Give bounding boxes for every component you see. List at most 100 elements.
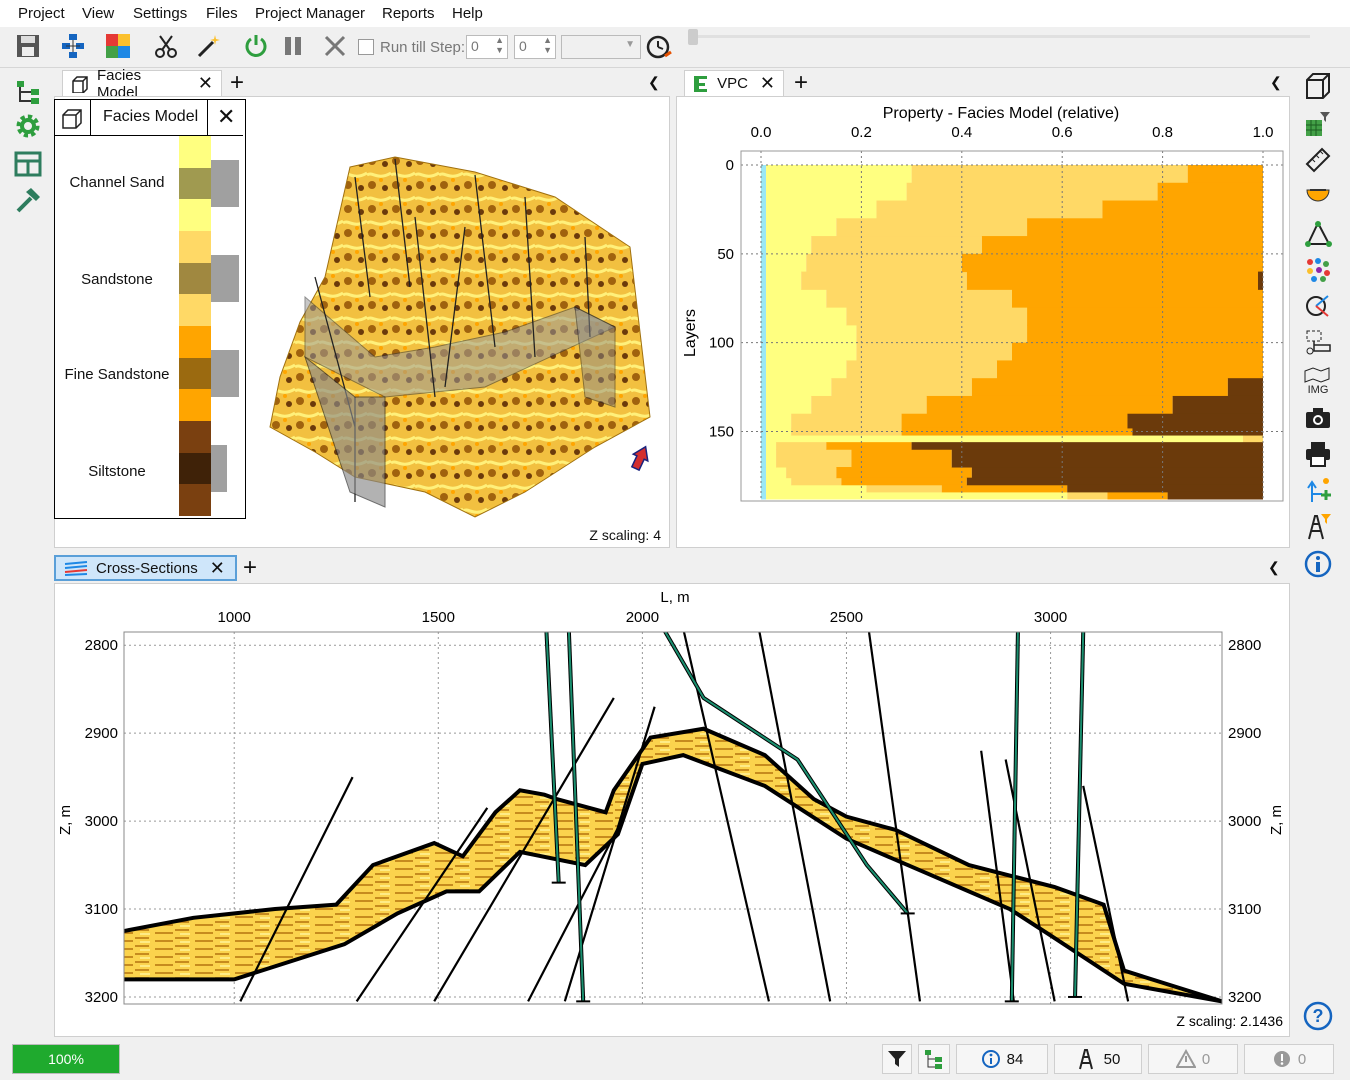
magic-wand-icon[interactable]: [194, 31, 224, 61]
3d-box-icon[interactable]: [1302, 70, 1334, 102]
legend-swatch: [179, 231, 211, 263]
chevron-down-icon[interactable]: ❮: [648, 74, 660, 91]
gear-icon[interactable]: [12, 110, 44, 142]
info-count-button[interactable]: 84: [956, 1044, 1048, 1074]
vpc-chart[interactable]: Property - Facies Model (relative) Layer…: [677, 97, 1289, 547]
puzzle-icon[interactable]: [103, 31, 133, 61]
wells-count-button[interactable]: 50: [1054, 1044, 1142, 1074]
vpc-band-segment: [766, 218, 837, 237]
add-tab-icon[interactable]: +: [243, 556, 257, 580]
close-icon[interactable]: ✕: [760, 73, 775, 94]
step-slider-handle[interactable]: [688, 29, 698, 45]
vpc-band-segment: [766, 200, 877, 219]
filter-button[interactable]: [882, 1044, 912, 1074]
step-spinbox-1[interactable]: 0 ▲ ▼: [466, 35, 508, 59]
well-filter-icon[interactable]: [1302, 510, 1334, 542]
cs-plot-area: [124, 632, 1222, 1004]
vpc-band-segment: [766, 360, 847, 379]
cancel-icon[interactable]: [320, 31, 350, 61]
cross-section-chart[interactable]: L, m Z, m Z, m 1000 1500 2000 2500 3000 2800 2…: [55, 584, 1289, 1036]
step-slider-track[interactable]: [690, 35, 1310, 38]
vpc-band-segment: [766, 413, 792, 429]
ruler-icon[interactable]: [1302, 144, 1334, 176]
help-icon[interactable]: ?: [1302, 1000, 1334, 1032]
crop-select-icon[interactable]: [1302, 326, 1334, 358]
vpc-band-segment: [766, 491, 1068, 500]
cs-axis-ylabel-right: Z, m: [1268, 805, 1285, 835]
warning-count-button[interactable]: 0: [1148, 1044, 1238, 1074]
vpc-band-segment: [761, 435, 767, 443]
vpc-band-segment: [761, 378, 767, 397]
legend-swatch: [179, 452, 211, 485]
tab-cross-sections-label: Cross-Sections: [96, 559, 198, 577]
vpc-x-tick-label: 0.6: [1052, 124, 1073, 141]
add-tab-icon[interactable]: +: [230, 71, 244, 95]
cs-axis-xlabel: L, m: [660, 589, 689, 606]
scatter-dots-icon[interactable]: [1302, 254, 1334, 286]
legend-header: Facies Model ✕: [55, 100, 243, 136]
scissors-icon[interactable]: [151, 31, 181, 61]
hammer-icon[interactable]: [12, 184, 44, 216]
legend-close-icon[interactable]: ✕: [217, 104, 235, 130]
vpc-band-segment: [1167, 491, 1263, 500]
menu-project-manager[interactable]: Project Manager: [255, 5, 365, 22]
bowl-icon[interactable]: [1302, 180, 1334, 212]
vpc-band-segment: [761, 200, 767, 219]
cs-y-tick-label-left: 3200: [85, 989, 118, 1006]
menu-help[interactable]: Help: [452, 5, 483, 22]
image-export-icon[interactable]: IMG: [1302, 364, 1334, 396]
menu-settings[interactable]: Settings: [133, 5, 187, 22]
vpc-band-segment: [831, 378, 972, 397]
north-arrow-icon: [630, 445, 649, 472]
vpc-band-segment: [1127, 413, 1263, 429]
menu-files[interactable]: Files: [206, 5, 238, 22]
timer-icon[interactable]: [644, 31, 674, 61]
info-icon[interactable]: [1302, 548, 1334, 580]
layout-icon[interactable]: [12, 148, 44, 180]
vpc-x-tick-label: 0.0: [751, 124, 772, 141]
vpc-band-segment: [966, 271, 1258, 290]
vpc-band-segment: [761, 360, 767, 379]
menu-view[interactable]: View: [82, 5, 114, 22]
chevron-down-icon[interactable]: ❮: [1268, 559, 1280, 576]
vpc-x-tick-label: 0.4: [951, 124, 972, 141]
tab-cross-sections[interactable]: Cross-Sections ✕: [54, 555, 237, 581]
vpc-band-segment: [1107, 491, 1168, 500]
legend-swatch: [179, 167, 211, 200]
step-dropdown[interactable]: ▼: [561, 35, 641, 59]
cs-y-tick-label-right: 2800: [1228, 637, 1261, 654]
vpc-band-segment: [826, 442, 912, 450]
close-icon[interactable]: ✕: [210, 558, 225, 579]
radar-icon[interactable]: [1302, 290, 1334, 322]
vpc-band-segment: [791, 477, 842, 486]
tree-filter-button[interactable]: [918, 1044, 950, 1074]
error-count-button[interactable]: 0: [1244, 1044, 1334, 1074]
legend-swatch: [179, 294, 211, 326]
tree-icon[interactable]: [12, 76, 44, 108]
tab-facies-model[interactable]: Facies Model ✕: [62, 67, 222, 101]
add-tab-icon[interactable]: +: [794, 71, 808, 95]
camera-icon[interactable]: [1302, 402, 1334, 434]
pause-icon[interactable]: [278, 31, 308, 61]
vpc-x-tick-label: 0.2: [851, 124, 872, 141]
add-branch-icon[interactable]: [1302, 474, 1334, 506]
power-icon[interactable]: [241, 31, 271, 61]
grid-filter-icon[interactable]: [1302, 108, 1334, 140]
menu-reports[interactable]: Reports: [382, 5, 435, 22]
vpc-icon: [694, 75, 708, 92]
printer-icon[interactable]: [1302, 438, 1334, 470]
save-icon[interactable]: [13, 31, 43, 61]
triangle-nodes-icon[interactable]: [1302, 218, 1334, 250]
legend-body: Channel Sand Sandstone Fine Sandstone Si…: [55, 136, 243, 516]
legend-swatch: [179, 262, 211, 295]
legend-label-fine-sandstone: Fine Sandstone: [64, 366, 170, 383]
step-spinbox-2[interactable]: 0 ▲ ▼: [514, 35, 556, 59]
run-till-step-checkbox[interactable]: [358, 39, 374, 55]
legend-label-siltstone: Siltstone: [88, 463, 146, 480]
close-icon[interactable]: ✕: [198, 73, 213, 94]
vpc-band-segment: [911, 165, 1188, 184]
tab-vpc[interactable]: VPC ✕: [684, 70, 784, 96]
chevron-down-icon[interactable]: ❮: [1270, 74, 1282, 91]
menu-project[interactable]: Project: [18, 5, 65, 22]
hierarchy-icon[interactable]: [58, 31, 88, 61]
